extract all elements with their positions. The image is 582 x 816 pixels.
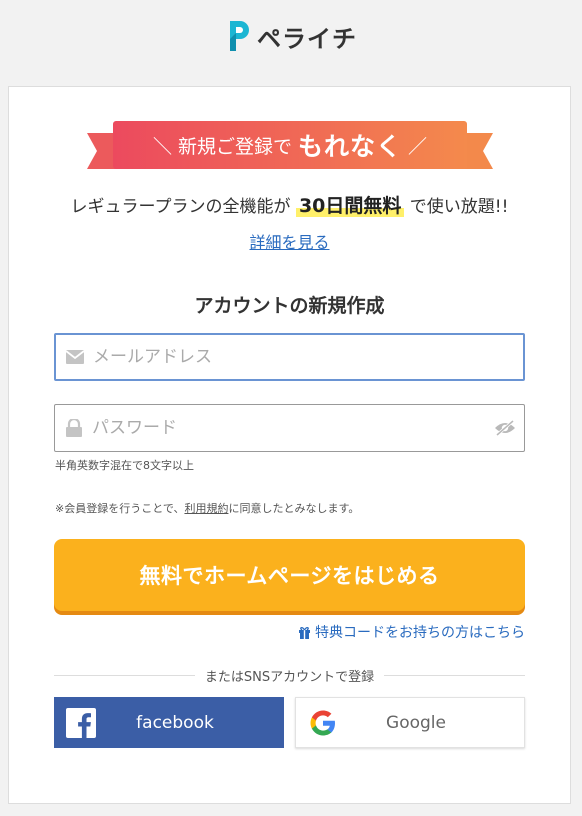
terms-before: ※会員登録を行うことで、 bbox=[55, 502, 185, 515]
promo-ribbon: ＼ 新規ご登録で もれなく ／ bbox=[87, 121, 493, 181]
facebook-icon bbox=[66, 707, 96, 738]
facebook-signup-button[interactable]: facebook bbox=[54, 697, 284, 748]
email-field[interactable] bbox=[54, 333, 525, 381]
brand-name: ペライチ bbox=[257, 24, 357, 53]
envelope-icon bbox=[65, 350, 85, 364]
page-header: ペライチ bbox=[0, 0, 582, 86]
gift-icon bbox=[299, 626, 310, 639]
sns-divider: またはSNSアカウントで登録 bbox=[54, 667, 526, 685]
ribbon-emphasis: もれなく bbox=[298, 132, 403, 161]
promo-highlight: 30日間無料 bbox=[295, 195, 405, 217]
terms-notice: ※会員登録を行うことで、利用規約に同意したとみなします。 bbox=[55, 500, 359, 516]
google-label: Google bbox=[386, 712, 446, 733]
terms-after: に同意したとみなします。 bbox=[228, 502, 360, 515]
signup-card: ＼ 新規ご登録で もれなく ／ レギュラープランの全機能が 30日間無料 で使い… bbox=[8, 86, 571, 804]
terms-link[interactable]: 利用規約 bbox=[184, 502, 228, 515]
form-title: アカウントの新規作成 bbox=[194, 295, 385, 317]
ribbon-prefix: ＼ 新規ご登録で bbox=[152, 135, 292, 158]
promo-before: レギュラープランの全機能が bbox=[70, 197, 291, 217]
ribbon-suffix: ／ bbox=[408, 135, 428, 158]
google-icon bbox=[310, 710, 335, 735]
promo-text: レギュラープランの全機能が 30日間無料 で使い放題!! bbox=[9, 191, 570, 218]
coupon-link-label: 特典コードをお持ちの方はこちら bbox=[315, 625, 525, 641]
coupon-link[interactable]: 特典コードをお持ちの方はこちら bbox=[298, 622, 525, 642]
detail-link[interactable]: 詳細を見る bbox=[9, 229, 570, 253]
peraichi-logo-icon bbox=[230, 21, 249, 51]
password-input[interactable] bbox=[92, 405, 494, 451]
email-input[interactable] bbox=[93, 335, 523, 379]
start-homepage-button[interactable]: 無料でホームページをはじめる bbox=[54, 539, 525, 611]
divider-line-right bbox=[384, 674, 526, 676]
ribbon-banner: ＼ 新規ご登録で もれなく ／ bbox=[113, 121, 467, 169]
password-hint: 半角英数字混在で8文字以上 bbox=[55, 459, 194, 472]
google-signup-button[interactable]: Google bbox=[295, 697, 525, 748]
lock-icon bbox=[66, 419, 82, 437]
sns-divider-label: またはSNSアカウントで登録 bbox=[204, 669, 375, 685]
eye-slash-icon[interactable] bbox=[494, 420, 516, 436]
password-field[interactable] bbox=[54, 404, 525, 452]
divider-line-left bbox=[54, 674, 195, 676]
facebook-label: facebook bbox=[136, 712, 214, 733]
brand-logo[interactable]: ペライチ bbox=[225, 19, 357, 54]
promo-after: で使い放題!! bbox=[409, 197, 509, 217]
